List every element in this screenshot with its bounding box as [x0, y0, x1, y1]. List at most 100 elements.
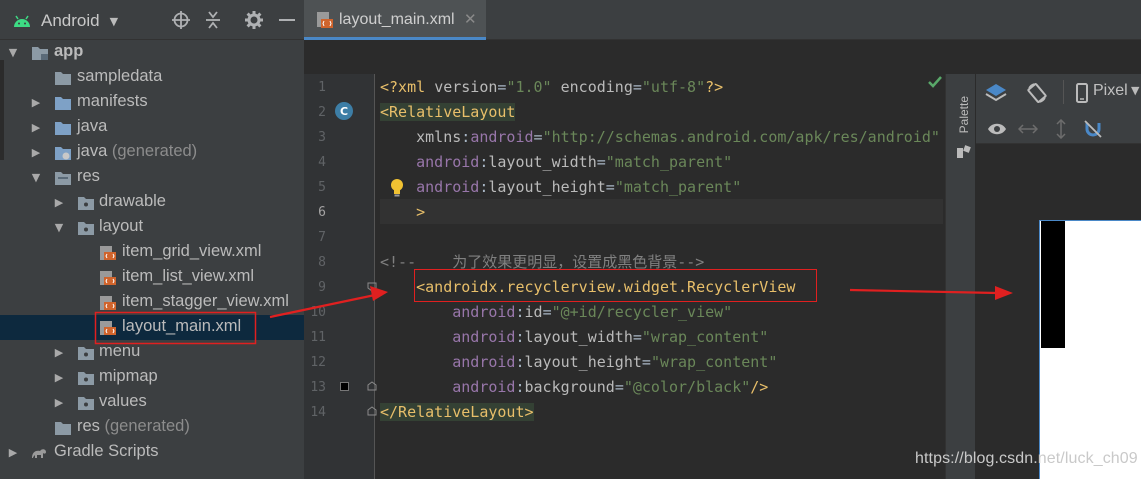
- tree-item-gradle-scripts[interactable]: ▶ Gradle Scripts: [0, 440, 304, 465]
- tree-item-item-grid-view[interactable]: item_grid_view.xml: [0, 240, 304, 265]
- tree-item-layout-main[interactable]: layout_main.xml: [0, 315, 304, 340]
- collapsed-arrow-icon[interactable]: ▶: [30, 140, 42, 165]
- code-line[interactable]: </RelativeLayout>: [380, 400, 534, 425]
- tree-item-menu[interactable]: ▶ menu: [0, 340, 304, 365]
- toolbar-divider: [1063, 80, 1064, 104]
- collapsed-arrow-icon[interactable]: ▶: [53, 365, 65, 390]
- tree-item-label: mipmap: [99, 367, 158, 385]
- collapsed-arrow-icon[interactable]: ▶: [7, 440, 19, 465]
- tree-item-sampledata[interactable]: sampledata: [0, 65, 304, 90]
- palette-strip: [945, 74, 975, 479]
- vertical-resize-icon[interactable]: [1050, 118, 1072, 140]
- code-line[interactable]: xmlns:android="http://schemas.android.co…: [380, 125, 940, 150]
- tree-item-manifests[interactable]: ▶ manifests: [0, 90, 304, 115]
- tree-item-res[interactable]: ▼ res: [0, 165, 304, 190]
- code-line[interactable]: android:layout_width="wrap_content": [380, 325, 768, 350]
- code-token: :: [461, 128, 471, 146]
- package-folder-icon: [78, 397, 94, 410]
- collapse-icon[interactable]: [202, 9, 224, 31]
- tree-item-layout[interactable]: ▼ layout: [0, 215, 304, 240]
- tree-item-label: layout: [99, 217, 144, 235]
- tree-item-java-generated[interactable]: ▶ java (generated): [0, 140, 304, 165]
- rotate-icon[interactable]: [1026, 82, 1048, 104]
- code-token: ?>: [705, 78, 724, 96]
- tab-layout-main[interactable]: layout_main.xml ✕: [304, 0, 486, 40]
- code-token: =: [632, 78, 642, 96]
- tree-item-drawable[interactable]: ▶ drawable: [0, 190, 304, 215]
- code-token: layout_height: [524, 353, 642, 371]
- code-line[interactable]: android:id="@+id/recycler_view": [380, 300, 732, 325]
- fold-marker-icon[interactable]: [367, 381, 377, 391]
- locate-icon[interactable]: [170, 9, 192, 31]
- res-folder-icon: [55, 172, 71, 185]
- lightbulb-icon[interactable]: [389, 178, 405, 198]
- code-token: >: [416, 203, 426, 221]
- fold-marker-icon[interactable]: [367, 282, 377, 292]
- code-line[interactable]: <?xml version="1.0" encoding="utf-8"?>: [380, 75, 723, 100]
- layers-icon[interactable]: [985, 82, 1007, 104]
- line-number: 7: [318, 230, 326, 245]
- tree-item-app[interactable]: ▼ app: [0, 40, 304, 65]
- tree-item-item-list-view[interactable]: item_list_view.xml: [0, 265, 304, 290]
- collapsed-arrow-icon[interactable]: ▶: [53, 340, 65, 365]
- palette-tab[interactable]: Palette: [957, 96, 971, 133]
- project-view-selector[interactable]: Android ▼: [12, 9, 118, 33]
- code-token: xmlns: [416, 128, 462, 146]
- code-token: "wrap_content": [650, 353, 778, 371]
- collapsed-arrow-icon[interactable]: ▶: [53, 390, 65, 415]
- close-icon[interactable]: ✕: [464, 10, 477, 28]
- tree-item-mipmap[interactable]: ▶ mipmap: [0, 365, 304, 390]
- highlight-box: [414, 269, 817, 302]
- code-token: android: [452, 328, 516, 346]
- palette-icon[interactable]: [956, 145, 971, 160]
- code-token: />: [750, 378, 769, 396]
- eye-icon[interactable]: [986, 118, 1008, 140]
- check-icon: [928, 76, 942, 88]
- line-number: 10: [310, 305, 326, 320]
- code-line[interactable]: <RelativeLayout: [380, 100, 516, 125]
- collapsed-arrow-icon[interactable]: ▶: [30, 115, 42, 140]
- minimize-icon[interactable]: [276, 9, 298, 31]
- generated-folder-icon: [55, 147, 71, 160]
- color-swatch-icon[interactable]: [340, 382, 349, 391]
- fold-marker-icon[interactable]: [367, 406, 377, 416]
- tree-item-java[interactable]: ▶ java: [0, 115, 304, 140]
- horizontal-resize-icon[interactable]: [1017, 118, 1039, 140]
- tree-item-label: values: [99, 392, 147, 410]
- code-token: "http://schemas.android.com/apk/res/andr…: [542, 128, 940, 146]
- chevron-down-icon[interactable]: ▼: [1131, 84, 1139, 97]
- collapsed-arrow-icon[interactable]: ▶: [30, 90, 42, 115]
- tree-item-res-generated[interactable]: res (generated): [0, 415, 304, 440]
- tree-item-values[interactable]: ▶ values: [0, 390, 304, 415]
- recycler-view-preview[interactable]: [1041, 221, 1065, 348]
- code-line[interactable]: android:background="@color/black"/>: [380, 375, 768, 400]
- line-number: 8: [318, 255, 326, 270]
- device-selector[interactable]: Pixel: [1093, 82, 1128, 100]
- package-folder-icon: [78, 372, 94, 385]
- code-token: =: [596, 153, 606, 171]
- expanded-arrow-icon[interactable]: ▼: [7, 40, 19, 65]
- line-number: 4: [318, 155, 326, 170]
- tree-item-label: app: [54, 42, 84, 60]
- code-line[interactable]: android:layout_height="wrap_content": [380, 350, 777, 375]
- gear-icon[interactable]: [243, 9, 265, 31]
- line-number: 11: [310, 330, 326, 345]
- code-line[interactable]: android:layout_height="match_parent": [380, 175, 741, 200]
- tree-item-label: item_grid_view.xml: [122, 242, 262, 260]
- package-folder-icon: [78, 222, 94, 235]
- collapsed-arrow-icon[interactable]: ▶: [53, 190, 65, 215]
- tree-item-item-stagger-view[interactable]: item_stagger_view.xml: [0, 290, 304, 315]
- class-badge-icon[interactable]: C: [335, 102, 353, 120]
- code-line[interactable]: android:layout_width="match_parent": [380, 150, 732, 175]
- expanded-arrow-icon[interactable]: ▼: [30, 165, 42, 190]
- magnet-off-icon[interactable]: [1082, 118, 1104, 140]
- code-token: android: [470, 128, 534, 146]
- code-line[interactable]: >: [380, 200, 425, 225]
- folder-icon: [55, 97, 71, 110]
- expanded-arrow-icon[interactable]: ▼: [53, 215, 65, 240]
